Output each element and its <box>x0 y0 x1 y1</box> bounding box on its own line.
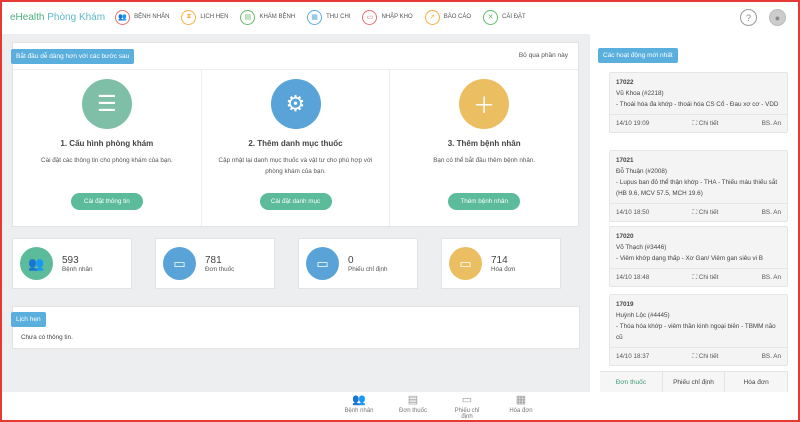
stat-value: 714 <box>491 254 508 266</box>
tools-icon: ✕ <box>483 9 499 25</box>
detail-link[interactable]: ⛶ Chi tiết <box>693 207 719 218</box>
skip-link[interactable]: Bỏ qua phần này <box>519 52 568 59</box>
top-nav: eHealth Phòng Khám 👥 BỆNH NHÂN ⧗ LỊCH HẸN ▤ K… <box>0 0 800 34</box>
setup-step: ＋ 3. Thêm bệnh nhân Bạn có thể bắt đầu thê… <box>390 70 578 226</box>
step-button[interactable]: Cài đặt thông tin <box>70 193 143 210</box>
activity-doctor: BS. An <box>761 120 781 127</box>
step-button[interactable]: Thêm bệnh nhân <box>448 193 521 210</box>
activity-time: 14/10 18:48 <box>616 274 650 281</box>
footer-item[interactable]: ▭ Phiếu chỉ định <box>449 392 485 420</box>
activity-panel: Các hoạt động mới nhất 17022 Vũ Khoa (#22… <box>590 34 789 392</box>
nav-item-4[interactable]: ▭ NHẬP KHO <box>362 9 413 25</box>
activity-doctor: BS. An <box>761 353 781 360</box>
activity-item[interactable]: 17020 Võ Thạch (#3446) - Viêm khớp dạng th… <box>609 226 788 287</box>
activity-diagnosis: - Viêm khớp dạng thấp - Xơ Gan/ Viêm gan… <box>616 255 763 262</box>
folder-icon: ▭ <box>449 247 482 280</box>
brand-logo[interactable]: eHealth Phòng Khám <box>10 12 105 23</box>
detail-link[interactable]: ⛶ Chi tiết <box>693 118 719 129</box>
activity-id: 17022 <box>616 79 634 86</box>
activity-tab[interactable]: Đơn thuốc <box>600 372 663 392</box>
users-icon: 👥 <box>352 394 366 406</box>
footer-item[interactable]: ▤ Đơn thuốc <box>395 392 431 420</box>
window-icon: ▭ <box>362 9 378 25</box>
setup-title: Bắt đầu dễ dàng hơn với các bước sau <box>11 49 135 64</box>
activity-diagnosis: - Lupus ban đỏ thể thận khớp - THA - Thi… <box>616 179 778 197</box>
users-icon: 👥 <box>20 247 53 280</box>
stat-card[interactable]: ▭ 781 Đơn thuốc <box>155 238 275 289</box>
stat-card[interactable]: 👥 593 Bệnh nhân <box>12 238 132 289</box>
activity-item[interactable]: 17022 Vũ Khoa (#2218) - Thoái hóa đa khớp … <box>609 72 788 133</box>
nav-item-1[interactable]: ⧗ LỊCH HẸN <box>181 9 228 25</box>
receipt-icon: ▦ <box>515 394 527 406</box>
setup-card: Bắt đầu dễ dàng hơn với các bước sau Bỏ … <box>11 42 579 227</box>
activity-diagnosis: - Thoái hóa đa khớp - thoái hóa CS Cổ - … <box>616 101 779 108</box>
activity-time: 14/10 18:50 <box>616 209 650 216</box>
stat-card[interactable]: ▭ 714 Hóa đơn <box>441 238 561 289</box>
detail-link[interactable]: ⛶ Chi tiết <box>693 351 719 362</box>
activity-patient: Huỳnh Lộc (#4445) <box>616 312 670 319</box>
hourglass-icon: ⧗ <box>181 9 197 25</box>
appointments-card: Lịch hẹn Chưa có thông tin. <box>11 306 580 349</box>
activity-patient: Võ Thạch (#3446) <box>616 244 667 251</box>
activity-title: Các hoạt động mới nhất <box>598 48 678 63</box>
stat-value: 593 <box>62 254 79 266</box>
avatar[interactable]: ● <box>769 9 786 26</box>
step-desc: Cập nhật lại danh mục thuốc và vật tư ch… <box>218 157 373 175</box>
stat-value: 0 <box>348 254 354 266</box>
step-desc: Bạn có thể bắt đầu thêm bệnh nhân. <box>433 157 536 164</box>
clipboard-icon: ▤ <box>240 9 256 25</box>
help-icon[interactable]: ? <box>740 9 757 26</box>
step-desc: Cài đặt các thông tin cho phòng khám của… <box>41 157 173 164</box>
stat-label: Hóa đơn <box>491 265 516 273</box>
activity-diagnosis: - Thóa hóa khớp - viêm thần kinh ngoại b… <box>616 323 776 341</box>
clipboard-icon: ▤ <box>407 394 419 406</box>
footer-item[interactable]: 👥 Bệnh nhân <box>341 392 377 420</box>
nav-item-5[interactable]: ↗ BÁO CÁO <box>424 9 471 25</box>
activity-tab[interactable]: Phiếu chỉ định <box>663 372 726 392</box>
nav-item-0[interactable]: 👥 BỆNH NHÂN <box>115 9 169 25</box>
nav-item-2[interactable]: ▤ KHÁM BỆNH <box>240 9 295 25</box>
activity-item[interactable]: 17019 Huỳnh Lộc (#4445) - Thóa hóa khớp - … <box>609 294 788 366</box>
activity-time: 14/10 19:09 <box>616 120 650 127</box>
folder-icon: ▭ <box>306 247 339 280</box>
setup-step: ⚙ 2. Thêm danh mục thuốc Cập nhật lại danh… <box>202 70 391 226</box>
stat-label: Bệnh nhân <box>62 265 93 273</box>
users-icon: 👥 <box>115 9 131 25</box>
folder-icon: ▭ <box>163 247 196 280</box>
activity-id: 17020 <box>616 233 634 240</box>
footer-item[interactable]: ▦ Hóa đơn <box>503 392 539 420</box>
stat-value: 781 <box>205 254 222 266</box>
appointments-empty: Chưa có thông tin. <box>21 334 73 341</box>
activity-id: 17021 <box>616 157 634 164</box>
main-content: Bắt đầu dễ dàng hơn với các bước sau Bỏ … <box>2 34 590 392</box>
stat-card[interactable]: ▭ 0 Phiếu chỉ định <box>298 238 418 289</box>
activity-patient: Đỗ Thuận (#2008) <box>616 168 667 175</box>
activity-id: 17019 <box>616 301 634 308</box>
activity-item[interactable]: 17021 Đỗ Thuận (#2008) - Lupus ban đỏ thể … <box>609 150 788 222</box>
activity-tab[interactable]: Hóa đơn <box>725 372 789 392</box>
activity-doctor: BS. An <box>761 274 781 281</box>
activity-time: 14/10 18:37 <box>616 353 650 360</box>
step-button[interactable]: Cài đặt danh mục <box>259 193 332 210</box>
step-title: 2. Thêm danh mục thuốc <box>248 139 343 148</box>
calculator-icon: ▦ <box>307 9 323 25</box>
window-icon: ▭ <box>461 394 473 406</box>
step-icon: ＋ <box>459 79 510 129</box>
bottom-bar: 👥 Bệnh nhân ▤ Đơn thuốc ▭ Phiếu chỉ định ▦ Hóa … <box>2 392 798 420</box>
appointments-title: Lịch hẹn <box>11 312 46 327</box>
detail-link[interactable]: ⛶ Chi tiết <box>693 272 719 283</box>
stat-label: Đơn thuốc <box>205 265 235 273</box>
step-title: 1. Cấu hình phòng khám <box>60 139 154 148</box>
step-icon: ⚙ <box>270 79 321 129</box>
chart-icon: ↗ <box>424 9 440 25</box>
nav-item-6[interactable]: ✕ CÀI ĐẶT <box>483 9 526 25</box>
step-title: 3. Thêm bệnh nhân <box>447 139 521 148</box>
activity-doctor: BS. An <box>761 209 781 216</box>
nav-item-3[interactable]: ▦ THU CHI <box>307 9 350 25</box>
activity-patient: Vũ Khoa (#2218) <box>616 90 664 97</box>
setup-step: ☰ 1. Cấu hình phòng khám Cài đặt các thông… <box>13 70 202 226</box>
step-icon: ☰ <box>81 79 132 129</box>
stat-label: Phiếu chỉ định <box>348 265 388 273</box>
